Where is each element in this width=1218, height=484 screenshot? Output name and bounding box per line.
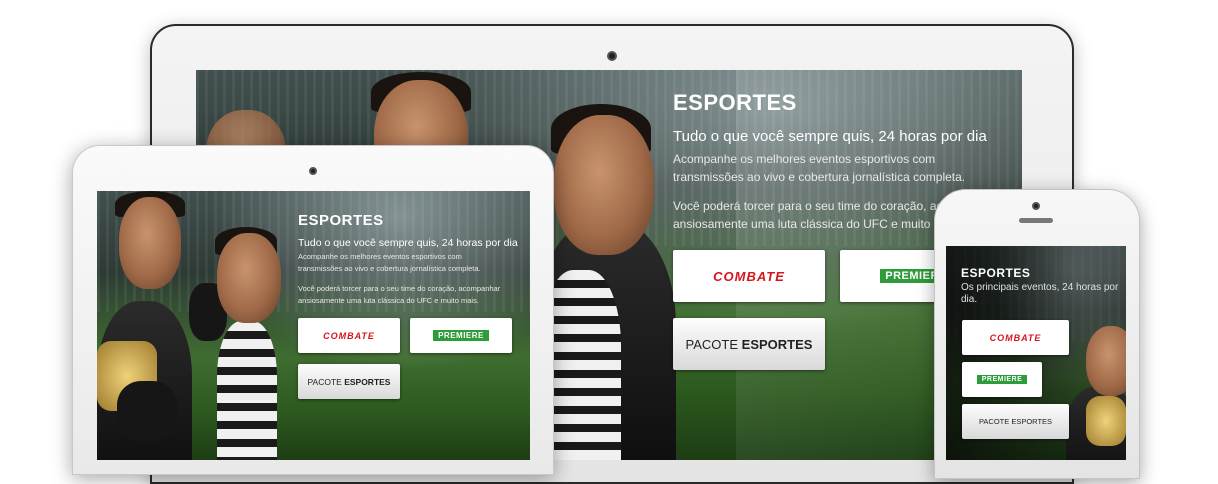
combate-button[interactable]: COMBATE [673, 250, 825, 302]
premiere-button[interactable]: PREMIERE [410, 318, 512, 353]
description-line: ansiosamente uma luta clássica do UFC e … [673, 217, 944, 231]
combate-logo: COMBATE [323, 330, 375, 341]
combate-button[interactable]: COMBATE [298, 318, 400, 353]
description: Acompanhe os melhores eventos esportivos… [298, 251, 481, 275]
subtitle-line: dia. [961, 294, 978, 305]
description-line: Você poderá torcer para o seu time do co… [673, 199, 943, 213]
description: Acompanhe os melhores eventos esportivos… [673, 150, 965, 186]
pacote-bold: ESPORTES [741, 336, 813, 352]
championship-belt [1086, 396, 1126, 446]
pacote-label: PACOTE ESPORTES [686, 337, 813, 352]
pacote-esportes-button[interactable]: PACOTE ESPORTES [673, 318, 825, 370]
tablet-screen: ESPORTES Tudo o que você sempre quis, 24… [97, 191, 530, 460]
player-face [217, 233, 281, 323]
phone-camera [1032, 202, 1040, 210]
description-line: transmissões ao vivo e cobertura jornalí… [298, 264, 481, 273]
description-line: Acompanhe os melhores eventos esportivos… [673, 152, 936, 166]
page-subtitle: Os principais eventos, 24 horas por dia. [961, 282, 1118, 306]
tablet-camera [309, 167, 317, 175]
fighter-face [119, 197, 181, 289]
pacote-label: PACOTE ESPORTES [308, 377, 391, 387]
pacote-prefix: PACOTE [307, 376, 345, 387]
phone-speaker [1019, 218, 1053, 223]
page-subtitle: Tudo o que você sempre quis, 24 horas po… [298, 237, 518, 249]
subtitle-line: Os principais eventos, 24 horas por [961, 282, 1119, 293]
description-line: Você poderá torcer para o seu time do co… [298, 284, 501, 293]
player-face [554, 115, 654, 255]
premiere-logo: PREMIERE [976, 375, 1028, 384]
phone-screen: ESPORTES Os principais eventos, 24 horas… [946, 246, 1126, 460]
page-title: ESPORTES [673, 90, 797, 115]
pacote-prefix: PACOTE [685, 336, 742, 352]
extra-description: Você poderá torcer para o seu time do co… [673, 197, 944, 233]
pacote-esportes-button[interactable]: PACOTE ESPORTES [962, 404, 1069, 439]
player-jersey [217, 321, 277, 460]
fighter-face [1086, 326, 1126, 396]
description-line: transmissões ao vivo e cobertura jornalí… [673, 170, 966, 184]
page-subtitle: Tudo o que você sempre quis, 24 horas po… [673, 128, 987, 145]
premiere-button[interactable]: PREMIERE [962, 362, 1042, 397]
page-title: ESPORTES [298, 212, 384, 229]
pacote-esportes-button[interactable]: PACOTE ESPORTES [298, 364, 400, 399]
pacote-label: PACOTE ESPORTES [978, 417, 1053, 426]
premiere-logo: PREMIERE [433, 330, 489, 341]
fighter-glove [117, 381, 177, 441]
combate-logo: COMBATE [989, 332, 1042, 343]
description-line: Acompanhe os melhores eventos esportivos… [298, 252, 462, 261]
page-title: ESPORTES [961, 266, 1031, 280]
combate-logo: COMBATE [713, 268, 785, 284]
pacote-bold: ESPORTES [344, 376, 391, 387]
laptop-camera [607, 51, 617, 61]
combate-button[interactable]: COMBATE [962, 320, 1069, 355]
description-line: ansiosamente uma luta clássica do UFC e … [298, 296, 479, 305]
extra-description: Você poderá torcer para o seu time do co… [298, 283, 500, 307]
